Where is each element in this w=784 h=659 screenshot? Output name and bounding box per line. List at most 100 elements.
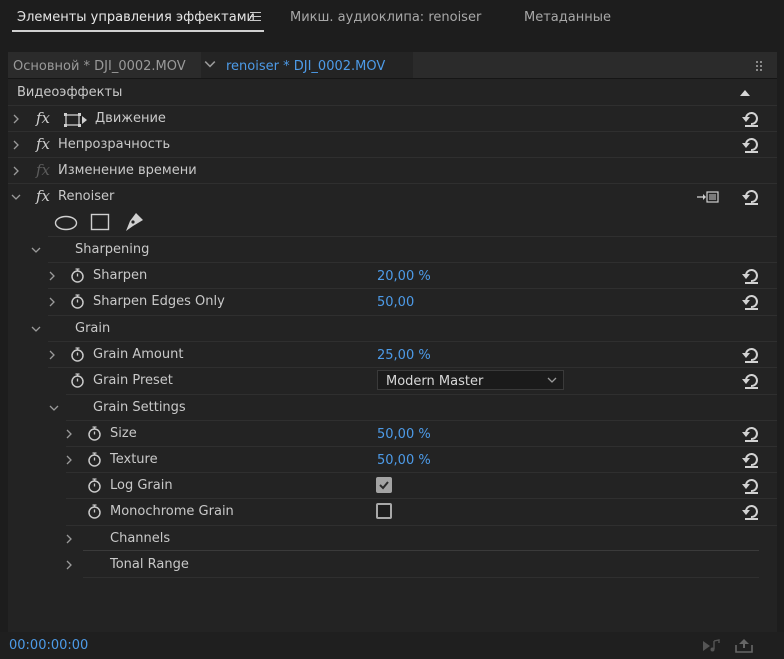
fx-icon[interactable]: fx	[36, 161, 50, 179]
stopwatch-icon[interactable]	[70, 347, 85, 362]
monochrome-grain-checkbox[interactable]	[376, 503, 392, 519]
chevron-right-icon[interactable]	[47, 297, 57, 307]
chevron-right-icon[interactable]	[47, 271, 57, 281]
fx-icon[interactable]: fx	[36, 135, 50, 153]
rectangle-mask-icon[interactable]	[90, 213, 110, 231]
chevron-down-icon[interactable]	[49, 403, 59, 413]
tab-effect-controls[interactable]: Элементы управления эффектами	[17, 10, 255, 25]
param-grain-preset[interactable]: Grain Preset Modern Master	[8, 368, 777, 394]
param-monochrome-grain[interactable]: Monochrome Grain	[8, 499, 777, 525]
chevron-right-icon[interactable]	[64, 534, 74, 544]
param-label: Log Grain	[110, 478, 173, 493]
chevron-right-icon[interactable]	[47, 350, 57, 360]
reset-icon[interactable]	[742, 347, 760, 363]
chevron-right-icon[interactable]	[64, 455, 74, 465]
fx-icon[interactable]: fx	[36, 109, 50, 127]
group-label: Channels	[110, 531, 171, 546]
stopwatch-icon[interactable]	[87, 426, 102, 441]
divider	[83, 577, 759, 578]
group-grain-settings[interactable]: Grain Settings	[8, 395, 777, 421]
effect-row-motion[interactable]: fx Движение	[8, 106, 777, 132]
group-label: Tonal Range	[110, 557, 189, 572]
stopwatch-icon[interactable]	[87, 478, 102, 493]
mask-tools-row	[8, 210, 777, 236]
fx-icon[interactable]: fx	[36, 187, 50, 205]
effect-settings-icon[interactable]	[697, 190, 719, 204]
reset-icon[interactable]	[742, 452, 760, 468]
master-clip-label[interactable]: Основной * DJI_0002.MOV	[13, 59, 186, 74]
stopwatch-icon[interactable]	[70, 268, 85, 283]
chevron-right-icon[interactable]	[11, 114, 21, 124]
param-label: Grain Preset	[93, 373, 173, 388]
param-value[interactable]: 50,00 %	[377, 453, 431, 468]
effect-row-time-remap[interactable]: fx Изменение времени	[8, 158, 777, 184]
group-label: Sharpening	[75, 242, 150, 257]
export-icon[interactable]	[735, 638, 753, 653]
reset-icon[interactable]	[742, 478, 760, 494]
section-title: Видеоэффекты	[17, 85, 123, 100]
grip-icon[interactable]	[756, 59, 764, 71]
param-texture[interactable]: Texture 50,00 %	[8, 447, 777, 473]
param-label: Size	[110, 426, 137, 441]
param-grain-amount[interactable]: Grain Amount 25,00 %	[8, 342, 777, 368]
chevron-down-icon[interactable]	[31, 324, 41, 334]
chevron-down-icon[interactable]	[31, 245, 41, 255]
reset-icon[interactable]	[742, 189, 760, 205]
chevron-right-icon[interactable]	[11, 140, 21, 150]
chevron-down-icon[interactable]	[11, 192, 21, 202]
pen-mask-icon[interactable]	[122, 212, 144, 232]
param-value[interactable]: 25,00 %	[377, 348, 431, 363]
effect-name: Движение	[95, 111, 166, 126]
tab-audio-clip-mixer[interactable]: Микш. аудиоклипа: renoiser	[290, 10, 481, 25]
param-label: Sharpen	[93, 268, 148, 283]
effect-name: Renoiser	[58, 189, 115, 204]
effect-row-opacity[interactable]: fx Непрозрачность	[8, 132, 777, 158]
reset-icon[interactable]	[742, 373, 760, 389]
reset-icon[interactable]	[742, 504, 760, 520]
param-label: Sharpen Edges Only	[93, 294, 225, 309]
checkmark-icon	[379, 481, 389, 490]
group-sharpening[interactable]: Sharpening	[8, 237, 777, 263]
dropdown-value: Modern Master	[386, 374, 484, 389]
param-value[interactable]: 50,00 %	[377, 427, 431, 442]
reset-icon[interactable]	[742, 268, 760, 284]
effect-row-renoiser[interactable]: fx Renoiser	[8, 184, 777, 210]
chevron-right-icon[interactable]	[64, 429, 74, 439]
chevron-right-icon[interactable]	[64, 560, 74, 570]
param-value[interactable]: 50,00	[377, 295, 414, 310]
stopwatch-icon[interactable]	[70, 294, 85, 309]
chevron-down-icon[interactable]	[204, 58, 216, 70]
grain-preset-dropdown[interactable]: Modern Master	[377, 370, 564, 390]
video-effects-header: Видеоэффекты	[8, 80, 777, 106]
log-grain-checkbox[interactable]	[376, 477, 392, 493]
stopwatch-icon[interactable]	[70, 373, 85, 388]
stopwatch-icon[interactable]	[87, 452, 102, 467]
effect-name: Непрозрачность	[58, 137, 171, 152]
group-channels[interactable]: Channels	[8, 526, 777, 552]
tab-metadata[interactable]: Метаданные	[524, 10, 611, 25]
status-bar: 00:00:00:00	[0, 632, 784, 659]
chevron-right-icon[interactable]	[11, 166, 21, 176]
reset-icon[interactable]	[742, 426, 760, 442]
reset-icon[interactable]	[742, 294, 760, 310]
panel-menu-icon[interactable]	[250, 12, 261, 22]
sequence-bar: Основной * DJI_0002.MOV renoiser * DJI_0…	[8, 52, 777, 79]
clip-name[interactable]: renoiser * DJI_0002.MOV	[226, 59, 385, 74]
group-label: Grain Settings	[93, 400, 186, 415]
stopwatch-icon[interactable]	[87, 504, 102, 519]
reset-icon[interactable]	[742, 137, 760, 153]
transform-icon[interactable]	[64, 112, 88, 128]
active-tab-underline	[12, 30, 264, 32]
ellipse-mask-icon[interactable]	[54, 215, 78, 231]
param-value[interactable]: 20,00 %	[377, 269, 431, 284]
group-grain[interactable]: Grain	[8, 316, 777, 342]
group-tonal-range[interactable]: Tonal Range	[8, 552, 777, 578]
play-audio-icon[interactable]	[702, 639, 720, 653]
timecode[interactable]: 00:00:00:00	[9, 638, 88, 653]
collapse-triangle-icon[interactable]	[740, 89, 750, 97]
param-sharpen[interactable]: Sharpen 20,00 %	[8, 263, 777, 289]
param-size[interactable]: Size 50,00 %	[8, 421, 777, 447]
reset-icon[interactable]	[742, 111, 760, 127]
param-log-grain[interactable]: Log Grain	[8, 473, 777, 499]
param-sharpen-edges[interactable]: Sharpen Edges Only 50,00	[8, 289, 777, 315]
